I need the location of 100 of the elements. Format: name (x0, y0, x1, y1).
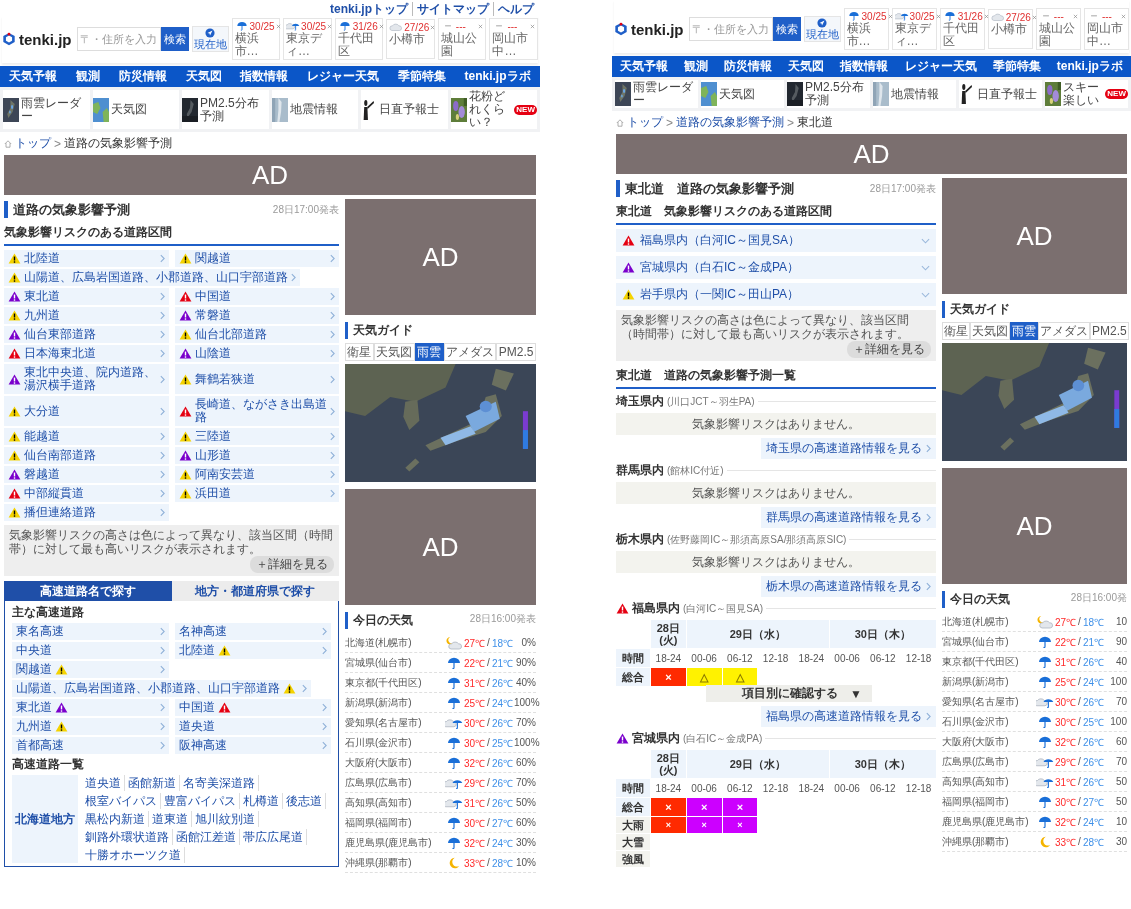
place-link[interactable]: 沖縄県(那覇市) (345, 855, 444, 870)
road-link[interactable]: 道央道 (174, 718, 331, 735)
nav-link[interactable]: 観測 (76, 68, 101, 85)
close-icon[interactable] (530, 23, 535, 29)
detail-button[interactable]: ＋詳細を見る (847, 341, 931, 358)
road-link[interactable]: 関越道 (174, 250, 339, 267)
road-link[interactable]: 浜田道 (174, 485, 339, 502)
detail-button[interactable]: ＋詳細を見る (250, 556, 334, 573)
quick-link[interactable]: 雨雲レーダー (3, 90, 90, 129)
road-link[interactable]: 東北道 (4, 288, 169, 305)
location-button[interactable]: 現在地 (191, 26, 229, 52)
road-list-link[interactable]: 旭川紋別道 (192, 811, 259, 827)
search-tab[interactable]: 地方・都道府県で探す (171, 581, 339, 601)
nav-link[interactable]: 防災情報 (724, 58, 773, 75)
road-list-link[interactable]: 黒松内新道 (82, 811, 149, 827)
road-link[interactable]: 阪神高速 (174, 737, 331, 754)
place-link[interactable]: 大阪府(大阪市) (942, 734, 1035, 749)
close-icon[interactable] (327, 23, 333, 29)
place-link[interactable]: 石川県(金沢市) (942, 714, 1035, 729)
quick-link[interactable]: PM2.5分布予測 (182, 90, 269, 129)
place-link[interactable]: 福岡県(福岡市) (942, 794, 1035, 809)
nav-link[interactable]: 指数情報 (840, 58, 889, 75)
road-link[interactable]: 首都高速 (12, 737, 169, 754)
prefecture-link[interactable]: 埼玉県の高速道路情報を見る (761, 438, 936, 459)
road-list-link[interactable]: 後志道 (283, 793, 326, 809)
nav-link[interactable]: 観測 (684, 58, 709, 75)
road-link[interactable]: 中央道 (12, 642, 169, 659)
road-link[interactable]: 山形道 (174, 447, 339, 464)
road-list-link[interactable]: 道央道 (82, 775, 125, 791)
place-link[interactable]: 広島県(広島市) (942, 754, 1035, 769)
nav-link[interactable]: 天気図 (788, 58, 825, 75)
road-link[interactable]: 関越道 (12, 661, 169, 678)
road-list-link[interactable]: 名寄美深道路 (180, 775, 259, 791)
road-list-link[interactable]: 道東道 (149, 811, 192, 827)
breadcrumb-link[interactable]: トップ (627, 114, 663, 131)
nav-link[interactable]: 指数情報 (240, 68, 289, 85)
search-field[interactable]: 〒・住所を入力 (76, 27, 161, 51)
prefecture-link[interactable]: 群馬県の高速道路情報を見る (761, 507, 936, 528)
favorite-card[interactable]: 30/25 横浜市… (843, 8, 889, 50)
nav-link[interactable]: 天気予報 (9, 68, 58, 85)
quick-link[interactable]: 天気図 (92, 90, 179, 129)
favorite-card[interactable]: 31/26 千代田区 (334, 18, 384, 60)
search-tab[interactable]: 高速道路名で探す (4, 581, 172, 601)
place-link[interactable]: 高知県(高知市) (942, 774, 1035, 789)
road-link[interactable]: 長崎道、ながさき出島道路 (174, 396, 339, 426)
close-icon[interactable] (1072, 13, 1078, 19)
section-row[interactable]: 宮城県内（白石IC～金成PA） (616, 256, 936, 279)
quick-link[interactable]: 天気図 (701, 80, 784, 108)
place-link[interactable]: 北海道(札幌市) (345, 635, 444, 650)
guide-tab[interactable]: アメダス (1038, 322, 1090, 340)
road-link[interactable]: 仙台南部道路 (4, 447, 169, 464)
road-link[interactable]: 山陽道、広島岩国道路、小郡道路、山口宇部道路 (12, 680, 311, 697)
road-link[interactable]: 三陸道 (174, 428, 339, 445)
road-list-link[interactable]: 札樽道 (240, 793, 283, 809)
nav-link[interactable]: tenki.jpラボ (1056, 58, 1123, 75)
close-icon[interactable] (887, 13, 893, 19)
favorite-card[interactable]: 30/25 東京ディ… (891, 8, 937, 50)
guide-tab[interactable]: 天気図 (373, 343, 415, 361)
favorite-card[interactable]: 27/26 小樽市 (987, 9, 1033, 49)
road-list-link[interactable]: 根室バイパス (82, 793, 161, 809)
nav-link[interactable]: レジャー天気 (307, 68, 380, 85)
close-icon[interactable] (1121, 13, 1126, 19)
place-link[interactable]: 東京都(千代田区) (942, 654, 1035, 669)
road-list-link[interactable]: 帯広広尾道 (240, 829, 307, 845)
expand-dropdown[interactable]: 項目別に確認する ▼ (705, 685, 872, 702)
nav-link[interactable]: 天気予報 (620, 58, 669, 75)
logo-text[interactable]: tenki.jp (631, 20, 684, 38)
road-link[interactable]: 磐越道 (4, 466, 169, 483)
breadcrumb-link[interactable]: トップ (15, 135, 51, 152)
road-link[interactable]: 播但連絡道路 (4, 504, 169, 521)
nav-link[interactable]: レジャー天気 (904, 58, 977, 75)
place-link[interactable]: 鹿児島県(鹿児島市) (345, 835, 444, 850)
quick-link[interactable]: 地震情報 (271, 90, 358, 129)
favorite-card[interactable]: 27/26 小樽市 (386, 19, 435, 59)
road-link[interactable]: 中部縦貫道 (4, 485, 169, 502)
place-link[interactable]: 石川県(金沢市) (345, 735, 444, 750)
road-link[interactable]: 山陰道 (174, 345, 339, 362)
road-list-link[interactable]: 豊富バイパス (161, 793, 240, 809)
close-icon[interactable] (935, 13, 941, 19)
place-link[interactable]: 宮城県(仙台市) (345, 655, 444, 670)
favorite-card[interactable]: --- 岡山市中… (489, 18, 538, 60)
nav-link[interactable]: 季節特集 (992, 58, 1041, 75)
road-list-link[interactable]: 釧路外環状道路 (82, 829, 173, 845)
guide-tab[interactable]: PM2.5 (496, 343, 536, 361)
nav-link[interactable]: 季節特集 (397, 68, 446, 85)
search-button[interactable]: 検索 (772, 17, 801, 41)
prefecture-link[interactable]: 栃木県の高速道路情報を見る (761, 576, 936, 597)
place-link[interactable]: 沖縄県(那覇市) (942, 834, 1035, 849)
road-list-link[interactable]: 十勝オホーツク道 (82, 847, 185, 863)
quick-link[interactable]: 雨雲レーダー (615, 80, 698, 108)
place-link[interactable]: 愛知県(名古屋市) (942, 694, 1035, 709)
favorite-card[interactable]: 30/25 東京ディ… (283, 18, 332, 60)
road-link[interactable]: 九州道 (12, 718, 169, 735)
search-field[interactable]: 〒・住所を入力 (688, 17, 773, 41)
road-link[interactable]: 北陸道 (4, 250, 169, 267)
place-link[interactable]: 鹿児島県(鹿児島市) (942, 814, 1035, 829)
guide-tab[interactable]: PM2.5 (1090, 322, 1129, 340)
place-link[interactable]: 新潟県(新潟市) (942, 674, 1035, 689)
guide-tab[interactable]: 天気図 (970, 322, 1010, 340)
nav-link[interactable]: 天気図 (185, 68, 222, 85)
